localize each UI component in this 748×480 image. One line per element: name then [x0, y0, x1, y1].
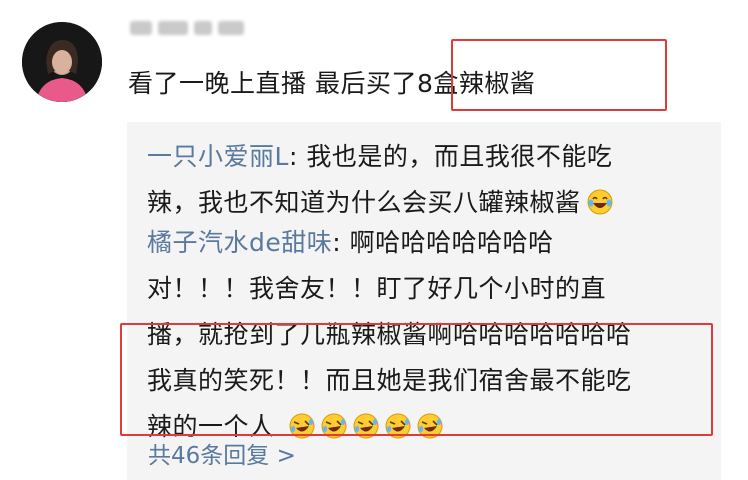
reply-line: 橘子汽水de甜味: 啊哈哈哈哈哈哈哈 [147, 220, 707, 266]
reply-line: 一只小爱丽L: 我也是的，而且我很不能吃 [147, 134, 707, 180]
more-replies-link[interactable]: 共46条回复 > [148, 436, 296, 470]
reply-text: 我也是的，而且我很不能吃 [306, 142, 613, 171]
blurred-name-segment [194, 21, 212, 35]
reply-text: 啊哈哈哈哈哈哈哈 [349, 228, 554, 257]
blurred-name-segment [218, 21, 244, 35]
reply-text: 辣，我也不知道为什么会买八罐辣椒酱 [147, 188, 581, 217]
reply-author[interactable]: 一只小爱丽L [147, 142, 289, 171]
reply-item[interactable]: 一只小爱丽L: 我也是的，而且我很不能吃 辣，我也不知道为什么会买八罐辣椒酱 [147, 134, 707, 226]
highlight-box [451, 39, 667, 111]
avatar-photo [22, 22, 102, 102]
username-blurred[interactable] [130, 16, 290, 40]
reply-text: 对！！！我舍友！！盯了好几个小时的直 [147, 274, 607, 303]
avatar[interactable] [22, 22, 102, 102]
highlight-box [120, 323, 713, 436]
reply-colon: : [288, 142, 307, 171]
reply-colon: : [332, 228, 350, 257]
blurred-name-segment [158, 21, 188, 35]
reply-author[interactable]: 橘子汽水de甜味 [147, 228, 332, 257]
blurred-name-segment [130, 21, 152, 35]
laughing-tears-emoji-icon [587, 189, 613, 215]
